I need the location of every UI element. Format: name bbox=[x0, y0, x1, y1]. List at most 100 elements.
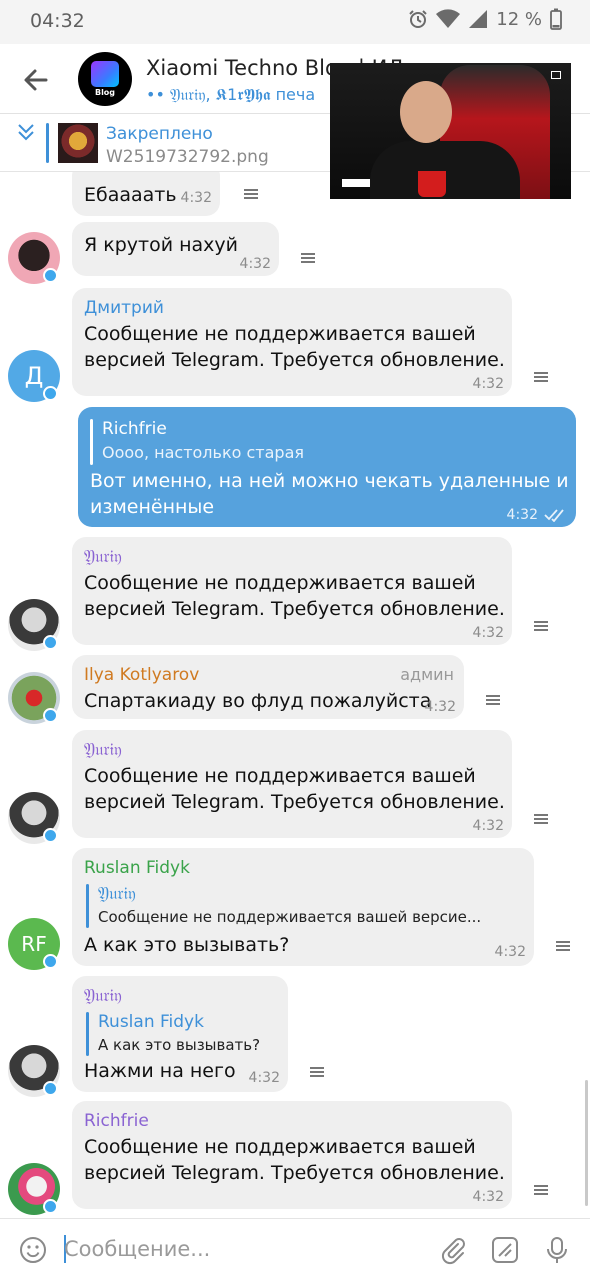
battery-percent: 12 % bbox=[496, 8, 542, 30]
menu-icon[interactable] bbox=[486, 695, 500, 705]
chevrons-down-icon[interactable] bbox=[14, 120, 38, 144]
message-text: Ебаааать bbox=[84, 184, 177, 206]
message-time: 4:32 bbox=[506, 507, 538, 523]
alarm-icon bbox=[408, 9, 428, 29]
message-time: 4:32 bbox=[472, 1189, 504, 1205]
status-icons: 12 % bbox=[408, 8, 562, 30]
message-bubble[interactable]: 𝔜𝔲𝔯𝔦𝔶 Сообщение не поддерживается вашей … bbox=[72, 537, 512, 645]
message-bubble[interactable]: 𝔜𝔲𝔯𝔦𝔶 Сообщение не поддерживается вашей … bbox=[72, 730, 512, 838]
sender-name[interactable]: Ruslan Fidyk bbox=[84, 858, 190, 878]
message-time: 4:32 bbox=[424, 699, 456, 715]
message-time: 4:32 bbox=[248, 1070, 280, 1086]
message-text-line2: версией Telegram. Требуется обновление. bbox=[84, 598, 505, 620]
menu-icon[interactable] bbox=[301, 253, 315, 263]
logo-cube-icon bbox=[91, 61, 119, 87]
online-indicator bbox=[43, 708, 58, 723]
online-indicator bbox=[43, 828, 58, 843]
wifi-icon bbox=[436, 9, 461, 29]
message-text-line2: версией Telegram. Требуется обновление. bbox=[84, 1162, 505, 1184]
message-bubble[interactable]: Richfrie Сообщение не поддерживается ваш… bbox=[72, 1101, 512, 1209]
sender-name[interactable]: 𝔜𝔲𝔯𝔦𝔶 bbox=[84, 740, 122, 760]
message-bubble[interactable]: Ruslan Fidyk 𝔜𝔲𝔯𝔦𝔶 Сообщение не поддержи… bbox=[72, 848, 534, 966]
attach-icon[interactable] bbox=[438, 1235, 468, 1265]
message-text-line2: версией Telegram. Требуется обновление. bbox=[84, 791, 505, 813]
message-time: 4:32 bbox=[494, 944, 526, 960]
quote-text[interactable]: Оооо, настолько старая bbox=[102, 443, 304, 462]
quote-text[interactable]: А как это вызывать? bbox=[98, 1036, 260, 1054]
scrollbar[interactable] bbox=[585, 1080, 588, 1206]
quote-author[interactable]: Ruslan Fidyk bbox=[98, 1012, 204, 1032]
battery-icon bbox=[550, 8, 562, 30]
menu-icon[interactable] bbox=[534, 372, 548, 382]
message-text: Спартакиаду во флуд пожалуйста bbox=[84, 690, 432, 712]
online-indicator bbox=[43, 268, 58, 283]
message-text-line2: версией Telegram. Требуется обновление. bbox=[84, 349, 505, 371]
menu-icon[interactable] bbox=[534, 814, 548, 824]
pinned-thumbnail bbox=[58, 123, 98, 163]
reply-quote-bar bbox=[86, 884, 89, 928]
message-bubble[interactable]: Ебаааать 4:32 bbox=[72, 172, 220, 216]
message-input[interactable]: Сообщение... bbox=[64, 1237, 210, 1261]
sender-name[interactable]: Ilya Kotlyarov bbox=[84, 665, 199, 685]
menu-icon[interactable] bbox=[244, 189, 258, 199]
message-time: 4:32 bbox=[472, 818, 504, 834]
message-text-line1: Вот именно, на ней можно чекать удаленны… bbox=[90, 470, 569, 492]
pinned-title: Закреплено bbox=[106, 124, 213, 144]
message-bubble[interactable]: Я крутой нахуй 4:32 bbox=[72, 222, 279, 276]
sender-name[interactable]: 𝔜𝔲𝔯𝔦𝔶 bbox=[84, 547, 122, 567]
sender-name[interactable]: 𝔜𝔲𝔯𝔦𝔶 bbox=[84, 986, 122, 1006]
quote-author[interactable]: Richfrie bbox=[102, 419, 167, 439]
online-indicator bbox=[43, 1081, 58, 1096]
admin-badge: админ bbox=[400, 665, 454, 684]
red-cup bbox=[418, 171, 446, 197]
message-time: 4:32 bbox=[239, 256, 271, 272]
menu-icon[interactable] bbox=[534, 1185, 548, 1195]
message-text-line2: изменённые bbox=[90, 496, 215, 518]
read-checks-icon bbox=[544, 507, 566, 526]
message-time: 4:32 bbox=[472, 376, 504, 392]
back-arrow-icon[interactable] bbox=[20, 64, 52, 96]
picture-in-picture-video[interactable] bbox=[330, 63, 571, 199]
online-indicator bbox=[43, 954, 58, 969]
message-text: Я крутой нахуй bbox=[84, 234, 239, 256]
avatar-label: Blog bbox=[94, 88, 116, 97]
sender-name[interactable]: Richfrie bbox=[84, 1111, 149, 1131]
pip-expand-icon[interactable] bbox=[551, 71, 561, 79]
menu-icon[interactable] bbox=[534, 621, 548, 631]
chat-avatar[interactable]: Blog bbox=[78, 52, 132, 106]
message-text-line1: Сообщение не поддерживается вашей bbox=[84, 765, 476, 787]
message-text: А как это вызывать? bbox=[84, 934, 290, 956]
quote-text[interactable]: Сообщение не поддерживается вашей версие… bbox=[98, 908, 481, 926]
message-time: 4:32 bbox=[180, 190, 212, 206]
sticker-icon[interactable] bbox=[490, 1235, 520, 1265]
person-head bbox=[400, 81, 452, 143]
pinned-text: W2519732792.png bbox=[106, 147, 269, 167]
message-time: 4:32 bbox=[472, 625, 504, 641]
mic-icon[interactable] bbox=[542, 1235, 572, 1265]
menu-icon[interactable] bbox=[310, 1067, 324, 1077]
outgoing-message-bubble[interactable]: Richfrie Оооо, настолько старая Вот имен… bbox=[78, 407, 576, 527]
composer: Сообщение... bbox=[0, 1218, 590, 1280]
status-time: 04:32 bbox=[30, 10, 85, 32]
sender-name[interactable]: Дмитрий bbox=[84, 298, 164, 318]
message-list[interactable]: Ебаааать 4:32 Я крутой нахуй 4:32 Д Дмит… bbox=[0, 172, 590, 1218]
signal-icon bbox=[468, 9, 488, 29]
message-text-line1: Сообщение не поддерживается вашей bbox=[84, 572, 476, 594]
online-indicator bbox=[43, 386, 58, 401]
message-text-line1: Сообщение не поддерживается вашей bbox=[84, 1136, 476, 1158]
video-overlay-badge bbox=[342, 179, 370, 187]
message-bubble[interactable]: Ilya Kotlyarov админ Спартакиаду во флуд… bbox=[72, 655, 464, 719]
reply-quote-bar bbox=[86, 1012, 89, 1056]
typing-status: •• 𝔜𝔲𝔯𝔦𝔶, 𝕶1𝖗𝖄𝖍𝖆 печа bbox=[146, 85, 316, 104]
emoji-icon[interactable] bbox=[18, 1235, 48, 1265]
menu-icon[interactable] bbox=[556, 941, 570, 951]
online-indicator bbox=[43, 635, 58, 650]
status-bar: 04:32 12 % bbox=[0, 0, 590, 44]
online-indicator bbox=[43, 1199, 58, 1214]
message-bubble[interactable]: Дмитрий Сообщение не поддерживается ваше… bbox=[72, 288, 512, 396]
message-bubble[interactable]: 𝔜𝔲𝔯𝔦𝔶 Ruslan Fidyk А как это вызывать? Н… bbox=[72, 976, 288, 1092]
quote-author[interactable]: 𝔜𝔲𝔯𝔦𝔶 bbox=[98, 884, 136, 904]
message-text: Нажми на него bbox=[84, 1060, 236, 1082]
message-text-line1: Сообщение не поддерживается вашей bbox=[84, 323, 476, 345]
pinned-accent-bar bbox=[46, 123, 49, 163]
